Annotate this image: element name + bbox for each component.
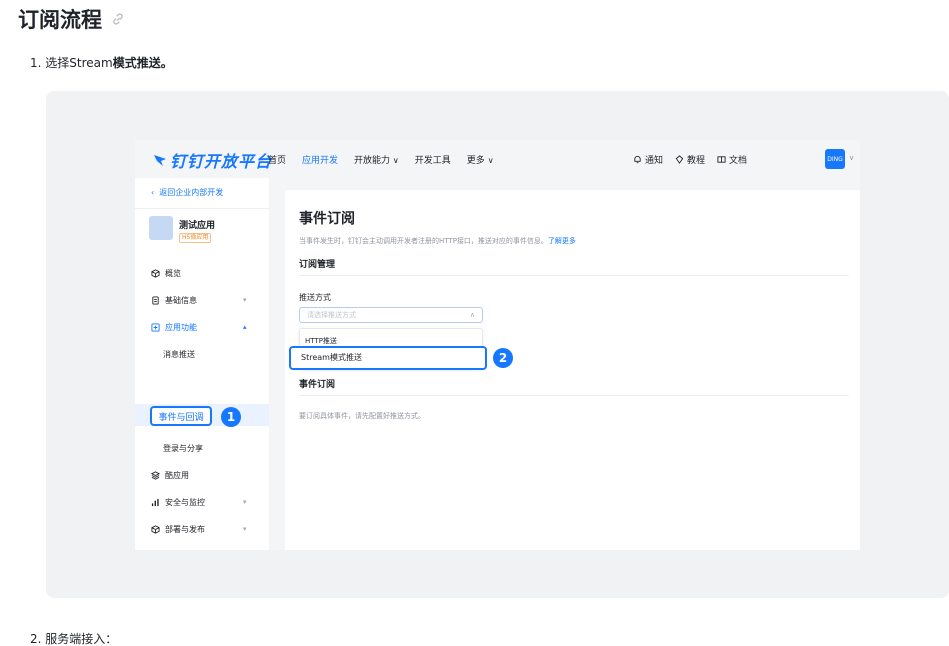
link-icon[interactable] [110, 11, 126, 27]
learn-more-link[interactable]: 了解更多 [548, 237, 576, 245]
cube-icon [151, 269, 160, 278]
avatar-label: DING [827, 155, 843, 163]
step-1-prefix: 1. 选择Stream [30, 56, 113, 70]
sidebar: ‹ 返回企业内部开发 测试应用 H5微应用 概览 基础信息 ▾ 应用功能 ▴ 消… [135, 178, 269, 550]
sidebar-subitem-message-push[interactable]: 消息推送 [163, 349, 195, 360]
divider [299, 275, 849, 276]
nav-more[interactable]: 更多 ∨ [467, 153, 494, 166]
sidebar-item-app-features[interactable]: 应用功能 [151, 322, 197, 333]
document-icon [152, 296, 159, 305]
back-link[interactable]: ‹ 返回企业内部开发 [151, 187, 223, 198]
step-2: 2. 服务端接入： [30, 632, 118, 646]
event-subscription-hint: 要订阅具体事件，请先配置好推送方式。 [299, 412, 425, 420]
push-method-select[interactable]: 请选择推送方式 ∧ [299, 307, 483, 323]
brand[interactable]: 钉钉开放平台 [153, 148, 272, 172]
option-http-push[interactable]: HTTP推送 [305, 336, 337, 346]
dingtalk-logo-icon [154, 155, 166, 166]
main-content: 事件订阅 当事件发生时，钉钉会主动调用开发者注册的HTTP接口，推送对应的事件信… [285, 190, 860, 550]
avatar[interactable]: DING [825, 149, 845, 169]
right-nav: 通知 教程 文档 [633, 153, 747, 166]
chevron-down-icon[interactable]: ▾ [243, 525, 247, 533]
nav-open-capability-label: 开放能力 [354, 156, 391, 166]
step-1-bold: 模式推送。 [112, 56, 173, 70]
chevron-up-icon[interactable]: ▴ [243, 323, 247, 331]
chevron-down-icon: ∨ [487, 156, 494, 165]
sidebar-item-label: 概览 [165, 269, 181, 278]
cool-app-icon [151, 471, 160, 480]
chevron-down-icon[interactable]: ▾ [243, 498, 247, 506]
tutorial-link[interactable]: 教程 [675, 153, 705, 166]
nav-open-capability[interactable]: 开放能力 ∨ [354, 153, 399, 166]
doc-title: 订阅流程 [18, 4, 126, 34]
description-text: 当事件发生时，钉钉会主动调用开发者注册的HTTP接口，推送对应的事件信息。 [299, 237, 548, 245]
sidebar-subitem-login-share[interactable]: 登录与分享 [163, 443, 203, 454]
docs-link[interactable]: 文档 [717, 153, 747, 166]
bell-icon [634, 155, 641, 164]
sidebar-item-deploy[interactable]: 部署与发布 [151, 524, 205, 535]
notice-label: 通知 [645, 156, 664, 166]
docs-label: 文档 [729, 156, 748, 166]
nav-dev-tools[interactable]: 开发工具 [415, 153, 451, 166]
back-label: 返回企业内部开发 [159, 188, 224, 197]
chevron-up-icon: ∧ [469, 311, 475, 319]
tutorial-label: 教程 [687, 156, 706, 166]
nav-app-dev[interactable]: 应用开发 [302, 153, 338, 166]
deploy-icon [151, 525, 160, 534]
sidebar-item-label: 应用功能 [165, 323, 197, 332]
app-type-tag: H5微应用 [179, 233, 212, 243]
option-stream-push[interactable]: Stream模式推送 [289, 346, 487, 370]
sidebar-item-label: 基础信息 [165, 296, 197, 305]
chevron-down-icon[interactable]: ▾ [243, 296, 247, 304]
chevron-left-icon: ‹ [151, 188, 155, 197]
section-event-subscription: 事件订阅 [299, 380, 336, 390]
brand-text: 钉钉开放平台 [170, 152, 273, 171]
page-description: 当事件发生时，钉钉会主动调用开发者注册的HTTP接口，推送对应的事件信息。了解更… [299, 236, 576, 246]
nav-more-label: 更多 [466, 156, 485, 166]
sidebar-item-label: 部署与发布 [165, 525, 205, 534]
bar-chart-icon [151, 498, 159, 507]
sidebar-subitem-event-callback[interactable]: 事件与回调 [150, 406, 212, 426]
app-features-icon [151, 323, 160, 332]
nav-home[interactable]: 首页 [268, 153, 286, 166]
topbar: 钉钉开放平台 首页 应用开发 开放能力 ∨ 开发工具 更多 ∨ 通知 教程 文档… [135, 140, 860, 178]
notice-link[interactable]: 通知 [633, 153, 663, 166]
tutorial-icon [675, 155, 684, 164]
push-method-label: 推送方式 [299, 293, 331, 302]
step-1: 1. 选择Stream模式推送。 [30, 54, 173, 71]
section-subscription-management: 订阅管理 [299, 260, 336, 270]
chevron-down-icon[interactable]: ∨ [849, 154, 854, 162]
app-thumbnail [149, 216, 173, 240]
main-nav: 首页 应用开发 开放能力 ∨ 开发工具 更多 ∨ [268, 153, 494, 166]
step-badge-1: 1 [221, 407, 241, 427]
sidebar-item-basic-info[interactable]: 基础信息 [151, 295, 197, 306]
page-title: 事件订阅 [299, 211, 355, 227]
sidebar-item-cool-app[interactable]: 酷应用 [151, 470, 189, 481]
sidebar-item-label: 酷应用 [165, 471, 189, 480]
step-badge-2: 2 [493, 348, 513, 368]
sidebar-item-overview[interactable]: 概览 [151, 268, 181, 279]
doc-title-text: 订阅流程 [18, 8, 102, 32]
app-name: 测试应用 [179, 221, 216, 231]
sidebar-item-label: 安全与监控 [165, 498, 205, 507]
embedded-screenshot: 钉钉开放平台 首页 应用开发 开放能力 ∨ 开发工具 更多 ∨ 通知 教程 文档… [135, 140, 860, 550]
divider [299, 395, 849, 396]
chevron-down-icon: ∨ [392, 156, 399, 165]
divider [135, 208, 269, 209]
book-icon [717, 156, 726, 163]
sidebar-item-security[interactable]: 安全与监控 [151, 497, 205, 508]
select-placeholder: 请选择推送方式 [307, 311, 356, 319]
